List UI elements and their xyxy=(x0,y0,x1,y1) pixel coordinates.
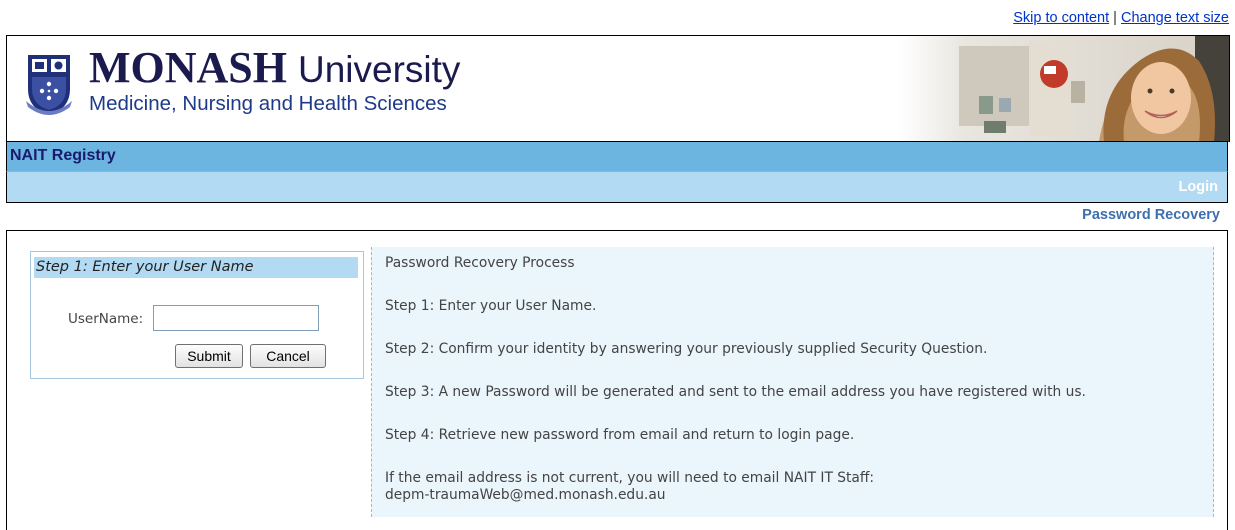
username-input[interactable] xyxy=(153,305,319,331)
form-step-title: Step 1: Enter your User Name xyxy=(34,257,358,278)
monash-crest-icon[interactable] xyxy=(24,51,74,117)
brand-name: MONASH xyxy=(89,43,287,92)
app-title-bar: NAIT Registry xyxy=(6,141,1228,171)
top-links: Skip to content | Change text size xyxy=(1013,10,1229,26)
main-content: Step 1: Enter your User Name UserName: S… xyxy=(6,230,1228,530)
nav-bar: Login xyxy=(6,171,1228,203)
submit-button[interactable]: Submit xyxy=(175,344,243,368)
instruction-note: If the email address is not current, you… xyxy=(385,470,875,486)
instruction-step-1: Step 1: Enter your User Name. xyxy=(385,298,597,314)
faculty-name: Medicine, Nursing and Health Sciences xyxy=(89,92,447,115)
university-name: MONASH University xyxy=(89,44,460,94)
username-step-form: Step 1: Enter your User Name UserName: S… xyxy=(30,251,364,379)
site-header: MONASH University Medicine, Nursing and … xyxy=(6,35,1230,142)
change-text-size-link[interactable]: Change text size xyxy=(1121,10,1229,26)
cancel-button[interactable]: Cancel xyxy=(250,344,326,368)
it-staff-email: depm-traumaWeb@med.monash.edu.au xyxy=(385,487,666,503)
brand-suffix: University xyxy=(298,49,461,90)
instruction-step-4: Step 4: Retrieve new password from email… xyxy=(385,427,855,443)
recovery-instructions-panel: Password Recovery Process Step 1: Enter … xyxy=(371,247,1214,517)
skip-to-content-link[interactable]: Skip to content xyxy=(1013,10,1109,26)
login-link[interactable]: Login xyxy=(1179,179,1218,195)
instruction-step-2: Step 2: Confirm your identity by answeri… xyxy=(385,341,988,357)
page-title: Password Recovery xyxy=(1082,207,1220,223)
instructions-heading: Password Recovery Process xyxy=(385,255,575,271)
header-photo-image xyxy=(899,36,1229,142)
instruction-step-3: Step 3: A new Password will be generated… xyxy=(385,384,1086,400)
top-links-separator: | xyxy=(1113,10,1117,26)
app-title: NAIT Registry xyxy=(10,147,116,164)
brand-text: MONASH University Medicine, Nursing and … xyxy=(89,44,460,116)
username-label: UserName: xyxy=(68,311,144,327)
